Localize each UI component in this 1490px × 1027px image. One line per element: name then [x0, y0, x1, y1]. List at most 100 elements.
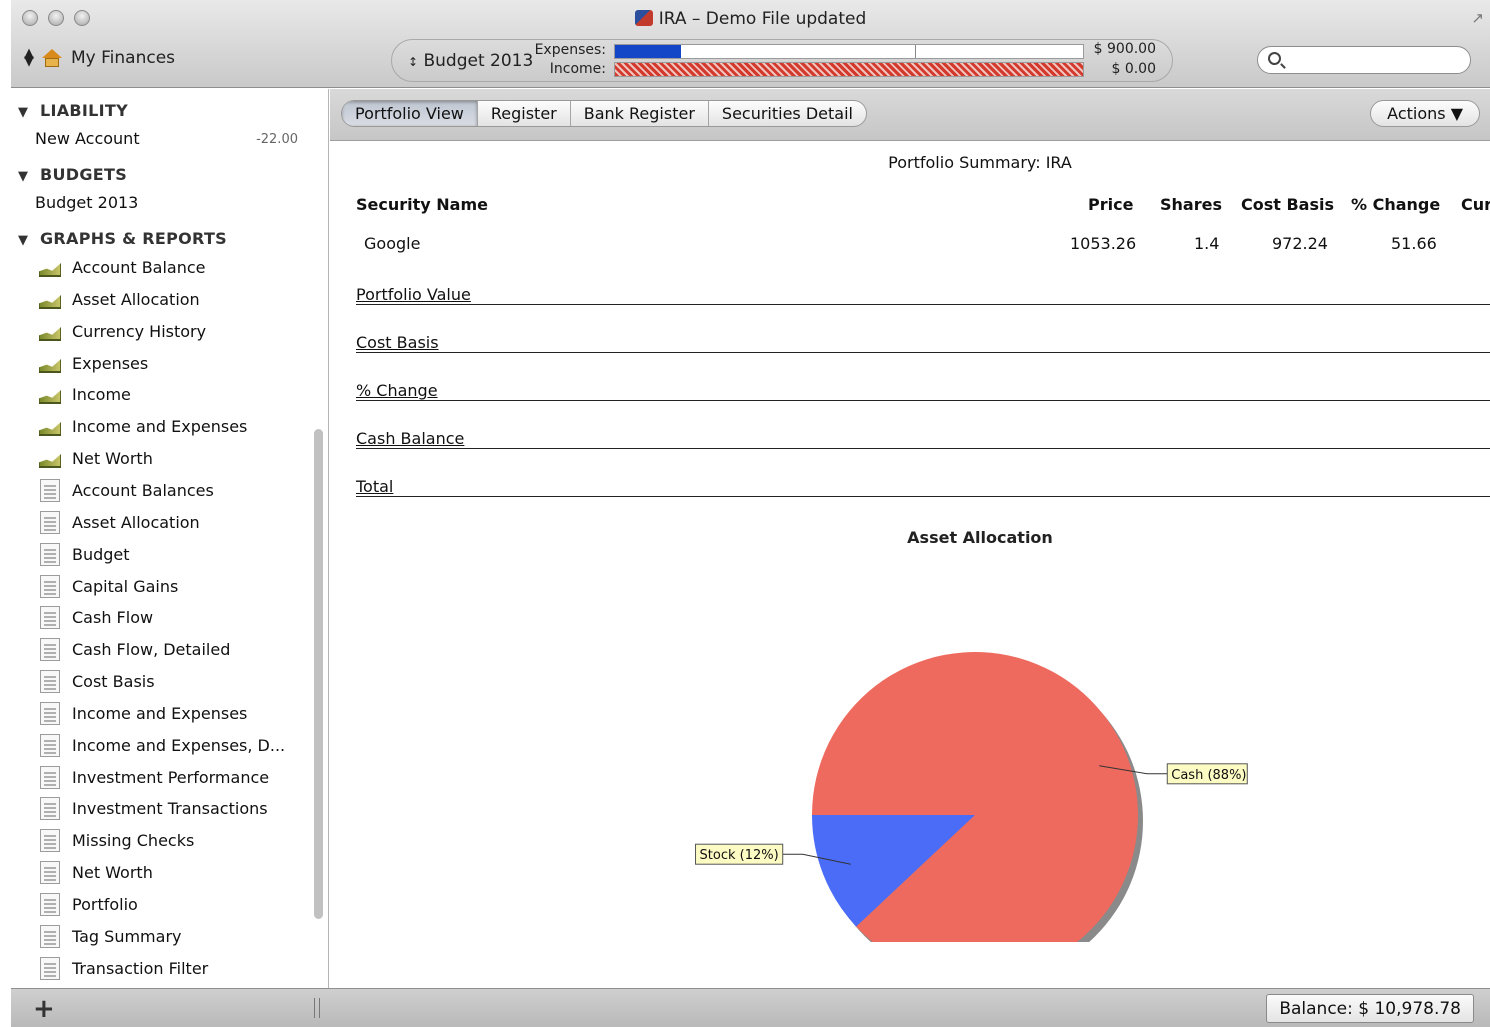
tab-securities-detail[interactable]: Securities Detail — [709, 101, 866, 126]
sidebar-report-budget[interactable]: Budget — [38, 542, 130, 566]
sidebar-report-cash-flow[interactable]: Cash Flow — [38, 605, 153, 629]
expenses-progress-fill — [615, 45, 681, 58]
income-progress-bar — [614, 62, 1084, 77]
sidebar-scrollbar[interactable] — [314, 429, 323, 919]
disclosure-triangle-icon[interactable]: ▼ — [18, 169, 40, 184]
sidebar-graph-account-balance[interactable]: Account Balance — [38, 255, 206, 279]
column-header-change[interactable]: % Change — [1351, 195, 1440, 214]
security-name-cell: Google — [364, 234, 421, 253]
group-label: GRAPHS & REPORTS — [40, 229, 227, 248]
search-icon — [1268, 52, 1281, 65]
sidebar-graph-income-and-expenses[interactable]: Income and Expenses — [38, 414, 247, 438]
report-document-icon — [40, 924, 60, 948]
sidebar-report-investment-performance[interactable]: Investment Performance — [38, 765, 269, 789]
summary-cash-balance: Cash Balance — [356, 425, 1490, 449]
sidebar-report-income-and-expenses-d[interactable]: Income and Expenses, D... — [38, 733, 285, 757]
chart-title: Asset Allocation — [907, 528, 1053, 547]
tab-register[interactable]: Register — [478, 101, 571, 126]
budget-widget[interactable]: ↕ Budget 2013 Expenses: Income: $ 900.00… — [391, 39, 1173, 82]
sidebar-item-label: Asset Allocation — [72, 512, 200, 532]
add-button[interactable]: + — [33, 994, 55, 1024]
sidebar-report-capital-gains[interactable]: Capital Gains — [38, 574, 178, 598]
sidebar-report-income-and-expenses[interactable]: Income and Expenses — [38, 701, 247, 725]
sidebar-graph-income[interactable]: Income — [38, 382, 131, 406]
balance-display: Balance: $ 10,978.78 — [1266, 994, 1474, 1023]
actions-button[interactable]: Actions ▼ — [1370, 100, 1480, 127]
sidebar-item-label: Investment Performance — [72, 767, 270, 787]
disclosure-triangle-icon[interactable]: ▼ — [18, 105, 40, 120]
file-selector[interactable]: ▲ ▼ My Finances — [24, 47, 175, 68]
app-window: IRA – Demo File updated ↗ ▲ ▼ My Finances… — [11, 0, 1490, 1027]
sidebar-item-label: Income — [72, 384, 131, 404]
sidebar-item-label: Budget — [72, 544, 130, 564]
sidebar-item-budget-2013[interactable]: Budget 2013 — [35, 193, 138, 212]
column-header-shares[interactable]: Shares — [1160, 195, 1222, 214]
svg-text:Stock (12%): Stock (12%) — [700, 848, 779, 863]
sidebar-item-label: Cash Flow, Detailed — [72, 639, 231, 659]
sidebar-report-tag-summary[interactable]: Tag Summary — [38, 924, 182, 948]
disclosure-triangle-icon[interactable]: ▼ — [18, 233, 40, 248]
income-amount: $ 0.00 — [1111, 61, 1156, 77]
pie-label-cash: Cash (88%) — [1166, 763, 1248, 785]
report-title: Portfolio Summary: IRA — [888, 153, 1072, 172]
sidebar-item-label: Asset Allocation — [72, 289, 200, 309]
sidebar-graph-currency-history[interactable]: Currency History — [38, 319, 206, 343]
group-label: LIABILITY — [40, 101, 129, 120]
sidebar-item-label: Tag Summary — [72, 926, 182, 946]
report-document-icon — [40, 860, 60, 884]
search-input[interactable] — [1290, 51, 1460, 71]
sidebar-report-net-worth[interactable]: Net Worth — [38, 860, 153, 884]
sidebar-graph-asset-allocation[interactable]: Asset Allocation — [38, 287, 200, 311]
summary-total: Total — [356, 473, 1490, 497]
search-box[interactable] — [1257, 46, 1471, 74]
price-cell: 1053.26 — [1070, 234, 1137, 253]
sidebar-report-asset-allocation[interactable]: Asset Allocation — [38, 510, 200, 534]
updown-arrows-icon: ↕ — [408, 55, 419, 69]
graph-icon — [38, 352, 62, 374]
summary-label: Total — [356, 477, 394, 496]
sidebar-item-label: Capital Gains — [72, 576, 179, 596]
column-header-price[interactable]: Price — [1088, 195, 1133, 214]
sidebar-report-investment-transactions[interactable]: Investment Transactions — [38, 796, 268, 820]
sidebar-report-missing-checks[interactable]: Missing Checks — [38, 828, 194, 852]
splitter-handle[interactable] — [314, 998, 320, 1018]
sidebar-graph-expenses[interactable]: Expenses — [38, 351, 148, 375]
sidebar-group-liability[interactable]: ▼ LIABILITY — [18, 101, 128, 120]
sidebar-group-budgets[interactable]: ▼ BUDGETS — [18, 165, 127, 184]
sidebar-report-transaction-filter[interactable]: Transaction Filter — [38, 956, 208, 980]
graph-icon — [38, 383, 62, 405]
tab-portfolio-view[interactable]: Portfolio View — [342, 101, 478, 126]
report-document-icon — [40, 701, 60, 725]
column-header-current[interactable]: Cur — [1461, 195, 1490, 214]
sidebar-graph-net-worth[interactable]: Net Worth — [38, 446, 153, 470]
sidebar-item-label: Missing Checks — [72, 830, 195, 850]
tab-bank-register[interactable]: Bank Register — [571, 101, 709, 126]
bottom-bar: + Balance: $ 10,978.78 — [11, 988, 1490, 1027]
report-document-icon — [40, 478, 60, 502]
sidebar-group-graphs-reports[interactable]: ▼ GRAPHS & REPORTS — [18, 229, 227, 248]
expenses-progress-bar — [614, 44, 1084, 59]
budget-item-label: Budget 2013 — [35, 193, 139, 212]
sidebar-report-portfolio[interactable]: Portfolio — [38, 892, 138, 916]
report-document-icon — [40, 510, 60, 534]
graph-icon — [38, 447, 62, 469]
sidebar-report-cost-basis[interactable]: Cost Basis — [38, 669, 155, 693]
window-title-text: IRA – Demo File updated — [658, 9, 867, 29]
column-header-cost-basis[interactable]: Cost Basis — [1241, 195, 1334, 214]
graph-icon — [38, 256, 62, 278]
view-toolbar: Portfolio View Register Bank Register Se… — [330, 89, 1490, 141]
budget-selector[interactable]: ↕ Budget 2013 — [408, 51, 533, 71]
svg-text:Cash (88%): Cash (88%) — [1171, 768, 1246, 783]
graph-icon — [38, 320, 62, 342]
budget-name: Budget 2013 — [423, 51, 534, 71]
fullscreen-icon[interactable]: ↗ — [1471, 9, 1484, 27]
report-document-icon — [40, 733, 60, 757]
income-label: Income: — [549, 61, 606, 77]
sidebar-report-cash-flow-detailed[interactable]: Cash Flow, Detailed — [38, 637, 230, 661]
graph-icon — [38, 415, 62, 437]
sidebar-item-label: Income and Expenses — [72, 703, 248, 723]
sidebar: ▼ LIABILITY New Account -22.00 ▼ BUDGETS B… — [11, 89, 329, 988]
column-header-security-name[interactable]: Security Name — [356, 195, 488, 214]
summary-portfolio-value: Portfolio Value — [356, 281, 1490, 305]
sidebar-report-account-balances[interactable]: Account Balances — [38, 478, 214, 502]
